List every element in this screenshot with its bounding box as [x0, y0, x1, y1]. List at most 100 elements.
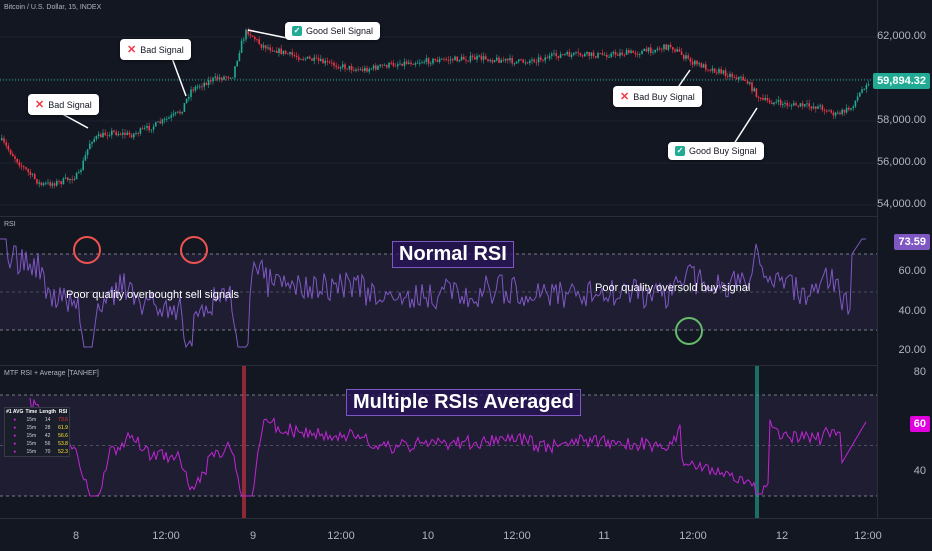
candle: [262, 42, 265, 51]
candle: [137, 131, 139, 137]
candle: [236, 60, 238, 67]
candle: [498, 55, 500, 64]
candle: [755, 88, 758, 98]
candle: [320, 55, 322, 62]
candle: [689, 56, 692, 66]
candle: [192, 86, 194, 93]
candle: [641, 49, 643, 55]
candle: [696, 60, 698, 67]
time-label: 12:00: [152, 530, 180, 542]
cross-icon: ✕: [127, 44, 137, 56]
candle: [357, 66, 359, 72]
table-cell: 15m: [26, 433, 37, 439]
candle: [172, 110, 175, 118]
candle: [553, 49, 555, 57]
candle: [232, 77, 234, 79]
candle: [346, 68, 348, 71]
candle: [555, 49, 557, 60]
candle: [452, 57, 454, 63]
candle: [557, 55, 560, 61]
candle: [148, 122, 150, 133]
candle: [82, 157, 84, 171]
candle: [848, 105, 850, 112]
candle: [713, 68, 716, 74]
candle: [146, 122, 148, 132]
candle: [680, 47, 683, 56]
candle: [410, 59, 412, 67]
candle: [808, 99, 810, 111]
candle: [300, 58, 302, 60]
time-label: 12:00: [854, 530, 882, 542]
candle: [370, 67, 373, 70]
price-axis-label: 58,000.00: [877, 114, 926, 126]
candle: [430, 61, 432, 67]
candle: [775, 98, 777, 105]
candle: [742, 73, 744, 81]
candle: [515, 61, 518, 64]
candle: [322, 57, 324, 64]
candle: [212, 76, 214, 85]
candle: [795, 101, 797, 106]
price-scale[interactable]: 62,000.00 59,894.32 58,000.00 56,000.00 …: [873, 0, 932, 518]
candle: [852, 104, 854, 111]
candle: [562, 53, 564, 56]
candle: [335, 62, 337, 71]
candle: [394, 63, 397, 67]
table-cell: 61.9: [58, 425, 68, 431]
candle: [476, 53, 478, 63]
candle: [342, 60, 344, 70]
table-cell: 15m: [26, 425, 37, 431]
candle: [168, 115, 170, 120]
candle: [630, 48, 632, 54]
time-axis[interactable]: 8 12:00 9 12:00 10 12:00 11 12:00 12 12:…: [0, 518, 932, 551]
candle: [687, 52, 689, 60]
candle: [291, 48, 293, 59]
rsi-pane[interactable]: RSI Normal RSI Poor quality overbought s…: [0, 217, 932, 365]
candle: [405, 59, 408, 65]
candle: [106, 131, 109, 140]
candle: [269, 44, 271, 54]
mtf-rsi-pane[interactable]: MTF RSI + Average [TANHEF] Multiple RSIs…: [0, 366, 932, 518]
table-cell: 52.3: [58, 449, 68, 455]
candlestick-chart[interactable]: [0, 0, 878, 216]
time-label: 12:00: [679, 530, 707, 542]
candle: [592, 49, 595, 59]
candle: [471, 53, 474, 61]
candle: [388, 61, 390, 70]
table-row: ● 15m 28 61.9: [5, 424, 69, 432]
candle: [832, 110, 835, 120]
table-cell: ●: [13, 449, 17, 455]
price-pane[interactable]: Bitcoin / U.S. Dollar, 15, INDEX ✕ Bad S…: [0, 0, 932, 216]
candle: [665, 43, 667, 50]
candle: [445, 56, 447, 62]
candle: [520, 58, 522, 62]
candle: [867, 80, 870, 87]
candle: [586, 51, 588, 57]
candle: [443, 57, 445, 62]
table-header: #1 AVG: [6, 409, 24, 415]
candle: [669, 42, 672, 49]
candle: [487, 58, 489, 63]
candle: [606, 52, 608, 60]
candle: [735, 74, 738, 81]
candle: [271, 46, 274, 53]
candle: [115, 129, 117, 137]
candle: [12, 151, 14, 157]
candle: [812, 102, 815, 110]
candle: [251, 35, 254, 37]
candle: [779, 97, 782, 108]
candle: [304, 57, 307, 62]
candle: [25, 166, 27, 171]
candle: [797, 105, 799, 109]
candle: [707, 69, 709, 73]
candle: [819, 103, 821, 110]
candle: [513, 62, 516, 67]
bad-signal-callout-2: ✕ Bad Signal: [120, 39, 191, 60]
candle: [199, 83, 201, 90]
candle: [546, 54, 549, 59]
candle: [302, 56, 304, 61]
candle: [632, 50, 634, 53]
candle: [658, 45, 661, 51]
candle: [762, 94, 764, 101]
candle: [392, 59, 395, 68]
